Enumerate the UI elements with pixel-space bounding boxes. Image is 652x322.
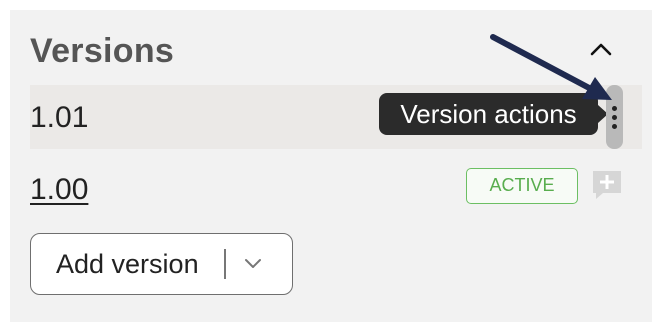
- button-divider: [224, 249, 226, 279]
- version-label[interactable]: 1.01: [30, 101, 88, 135]
- version-link[interactable]: 1.00: [30, 173, 88, 207]
- active-status-badge: ACTIVE: [466, 168, 578, 204]
- version-actions-button[interactable]: [606, 85, 623, 149]
- ellipsis-dot: [612, 123, 617, 129]
- collapse-button[interactable]: [584, 32, 618, 66]
- version-actions-tooltip: Version actions: [379, 93, 608, 135]
- vertical-ellipsis-icon: [612, 105, 617, 111]
- ellipsis-dot: [612, 114, 617, 120]
- add-comment-icon: [593, 171, 621, 199]
- chevron-up-icon: [590, 43, 612, 56]
- add-version-button[interactable]: Add version: [30, 233, 293, 295]
- add-comment-button[interactable]: [590, 168, 624, 202]
- chevron-down-icon[interactable]: [238, 252, 268, 276]
- versions-title: Versions: [30, 32, 175, 70]
- add-version-label: Add version: [56, 249, 199, 279]
